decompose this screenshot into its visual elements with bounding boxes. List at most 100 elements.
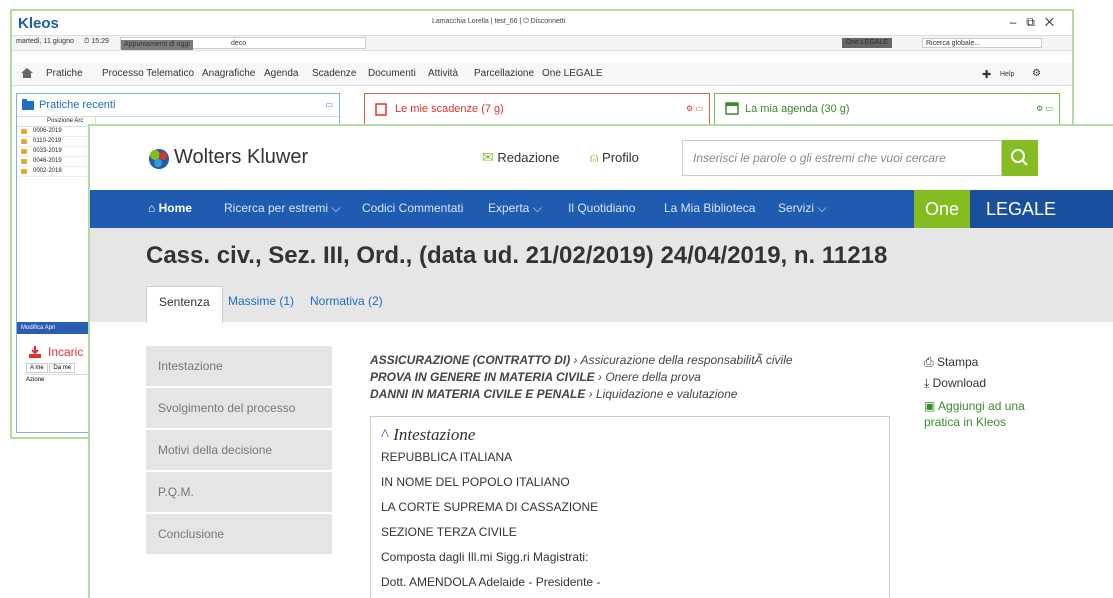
recent-files-list: Posizione Arc 0006-2019 0110-2019 0033-2… xyxy=(17,116,96,346)
download-button[interactable]: ⤓ Download xyxy=(924,373,1064,394)
text-line: REPUBBLICA ITALIANA xyxy=(381,450,513,464)
printer-icon: ⎙ xyxy=(924,355,937,369)
plus-icon[interactable]: ✚ xyxy=(982,68,991,81)
subject-line[interactable]: PROVA IN GENERE IN MATERIA CIVILE › Oner… xyxy=(370,369,793,386)
nav-experta[interactable]: Experta ⌵ xyxy=(488,201,542,216)
section-intestazione[interactable]: Intestazione xyxy=(146,346,332,388)
subject-line[interactable]: ASSICURAZIONE (CONTRATTO DI) › Assicuraz… xyxy=(370,352,793,369)
menu-parcellazione[interactable]: Parcellazione xyxy=(474,68,534,79)
search-input[interactable]: Inserisci le parole o gli estremi che vu… xyxy=(682,140,1002,176)
deadlines-header: Le mie scadenze (7 g) ⚙ ▭ xyxy=(365,94,709,124)
kleos-time: ⏱ 15:29 xyxy=(84,38,109,45)
legale-badge: LEGALE xyxy=(970,190,1113,228)
profilo-label: Profilo xyxy=(602,150,639,165)
deadlines-panel: Le mie scadenze (7 g) ⚙ ▭ xyxy=(364,93,710,125)
intestazione-section: ^ Intestazione REPUBBLICA ITALIANA IN NO… xyxy=(370,416,890,598)
add-to-practice-button[interactable]: ▣ Aggiungi ad una pratica in Kleos xyxy=(924,398,1064,430)
clipboard-icon xyxy=(375,103,387,116)
menu-scadenze[interactable]: Scadenze xyxy=(312,68,356,79)
download-icon: ⤓ xyxy=(924,376,933,390)
list-item[interactable]: 0033-2019 xyxy=(17,147,95,157)
profilo-link[interactable]: ⍝ Profilo xyxy=(590,149,639,166)
menu-anagrafiche[interactable]: Anagrafiche xyxy=(202,68,255,79)
one-legale-select[interactable]: One LEGALE xyxy=(841,38,892,48)
recent-files-title: Pratiche recenti xyxy=(39,99,116,111)
download-tray-icon xyxy=(29,346,41,358)
folder-add-icon: ▣ xyxy=(924,399,939,413)
menu-agenda[interactable]: Agenda xyxy=(264,68,298,79)
nav-ricerca-per-estremi[interactable]: Ricerca per estremi ⌵ xyxy=(224,201,340,216)
section-motivi[interactable]: Motivi della decisione xyxy=(146,430,332,472)
assignments-title: Incaric xyxy=(48,345,84,359)
wolters-kluwer-logo-icon[interactable] xyxy=(148,148,170,170)
text-line: SEZIONE TERZA CIVILE xyxy=(381,525,517,539)
appointments-button[interactable]: Appuntamenti di oggi xyxy=(121,40,193,50)
menu-processo-telematico[interactable]: Processo Telematico xyxy=(102,68,194,79)
home-icon[interactable] xyxy=(20,67,34,79)
deadlines-title: Le mie scadenze (7 g) xyxy=(395,103,504,115)
folder-icon xyxy=(22,99,34,110)
tab-sentenza[interactable]: Sentenza xyxy=(146,286,223,323)
menu-one-legale[interactable]: One LEGALE xyxy=(542,68,603,79)
subject-classification: ASSICURAZIONE (CONTRATTO DI) › Assicuraz… xyxy=(370,352,793,403)
maximize-icon[interactable]: ▭ xyxy=(325,94,333,116)
panel-controls-icon[interactable]: ⚙ ▭ xyxy=(1036,94,1053,124)
mail-icon: ✉ xyxy=(482,149,494,165)
redazione-label: Redazione xyxy=(497,150,560,165)
section-pqm[interactable]: P.Q.M. xyxy=(146,472,332,514)
text-line: Composta dagli Ill.mi Sigg.ri Magistrati… xyxy=(381,550,589,564)
settings-gear-icon[interactable]: ⚙ xyxy=(1032,68,1041,79)
calendar-icon xyxy=(725,102,739,115)
tab-massime[interactable]: Massime (1) xyxy=(228,294,294,308)
home-icon: ⌂ xyxy=(148,201,159,215)
menu-pratiche[interactable]: Pratiche xyxy=(46,68,83,79)
kleos-user-info[interactable]: Lamacchia Lorella | test_66 | ⏻ Disconne… xyxy=(432,18,565,26)
list-item[interactable]: 0110-2019 xyxy=(17,137,95,147)
tab-a-me[interactable]: A me xyxy=(26,363,48,373)
nav-la-mia-biblioteca[interactable]: La Mia Biblioteca xyxy=(664,201,755,215)
document-sections-menu: Intestazione Svolgimento del processo Mo… xyxy=(146,346,332,556)
kleos-date: martedì, 11 giugno xyxy=(16,38,74,45)
text-line: Dott. AMENDOLA Adelaide - Presidente - xyxy=(381,575,601,589)
one-legale-window: Wolters Kluwer ✉ Redazione ⍝ Profilo Ins… xyxy=(88,124,1113,598)
main-nav: ⌂ Home Ricerca per estremi ⌵ Codici Comm… xyxy=(90,190,1113,228)
recent-footer-actions[interactable]: Modifica Apri xyxy=(17,322,95,334)
brand-name[interactable]: Wolters Kluwer xyxy=(174,146,308,169)
nav-il-quotidiano[interactable]: Il Quotidiano xyxy=(568,201,635,215)
list-item[interactable]: 0046-2019 xyxy=(17,157,95,167)
kleos-menu-bar: Pratiche Processo Telematico Anagrafiche… xyxy=(12,63,1072,86)
kleos-info-bar: martedì, 11 giugno ⏱ 15:29 Appuntamenti … xyxy=(12,35,1072,51)
help-link[interactable]: Help xyxy=(1000,71,1014,78)
subject-line[interactable]: DANNI IN MATERIA CIVILE E PENALE › Liqui… xyxy=(370,386,793,403)
print-button[interactable]: ⎙ Stampa xyxy=(924,352,1064,373)
panel-controls-icon[interactable]: ⚙ ▭ xyxy=(686,94,703,124)
text-line: LA CORTE SUPREMA DI CASSAZIONE xyxy=(381,500,599,514)
agenda-header: La mia agenda (30 g) ⚙ ▭ xyxy=(715,94,1059,124)
appointments-input[interactable]: deco xyxy=(231,40,246,47)
redazione-link[interactable]: ✉ Redazione xyxy=(482,149,560,166)
chevron-up-icon: ^ xyxy=(381,425,394,444)
agenda-title: La mia agenda (30 g) xyxy=(745,103,850,115)
menu-documenti[interactable]: Documenti xyxy=(368,68,416,79)
section-heading[interactable]: ^ Intestazione xyxy=(371,417,889,445)
global-search-input[interactable]: Ricerca globale... xyxy=(922,38,1042,48)
section-svolgimento[interactable]: Svolgimento del processo xyxy=(146,388,332,430)
tab-normativa[interactable]: Normativa (2) xyxy=(310,294,383,308)
nav-servizi[interactable]: Servizi ⌵ xyxy=(778,201,826,216)
kleos-app-title: Kleos xyxy=(18,15,59,32)
list-item[interactable]: 0006-2019 xyxy=(17,127,95,137)
one-badge: One xyxy=(914,190,970,228)
nav-home[interactable]: ⌂ Home xyxy=(148,201,192,215)
tab-da-me[interactable]: Da me xyxy=(49,363,76,373)
nav-codici-commentati[interactable]: Codici Commentati xyxy=(362,201,463,215)
recent-col-header: Posizione Arc xyxy=(17,116,95,127)
list-item[interactable]: 0002-2018 xyxy=(17,167,95,177)
search-button[interactable] xyxy=(1002,140,1038,176)
appointments-field[interactable]: Appuntamenti di oggi deco xyxy=(120,37,366,50)
section-conclusione[interactable]: Conclusione xyxy=(146,514,332,556)
nav-home-label: Home xyxy=(158,201,192,215)
window-controls[interactable]: –⧉✕ xyxy=(1010,15,1064,30)
text-line: IN NOME DEL POPOLO ITALIANO xyxy=(381,475,570,489)
menu-attivita[interactable]: Attività xyxy=(428,68,458,79)
page-title: Cass. civ., Sez. III, Ord., (data ud. 21… xyxy=(146,242,888,269)
